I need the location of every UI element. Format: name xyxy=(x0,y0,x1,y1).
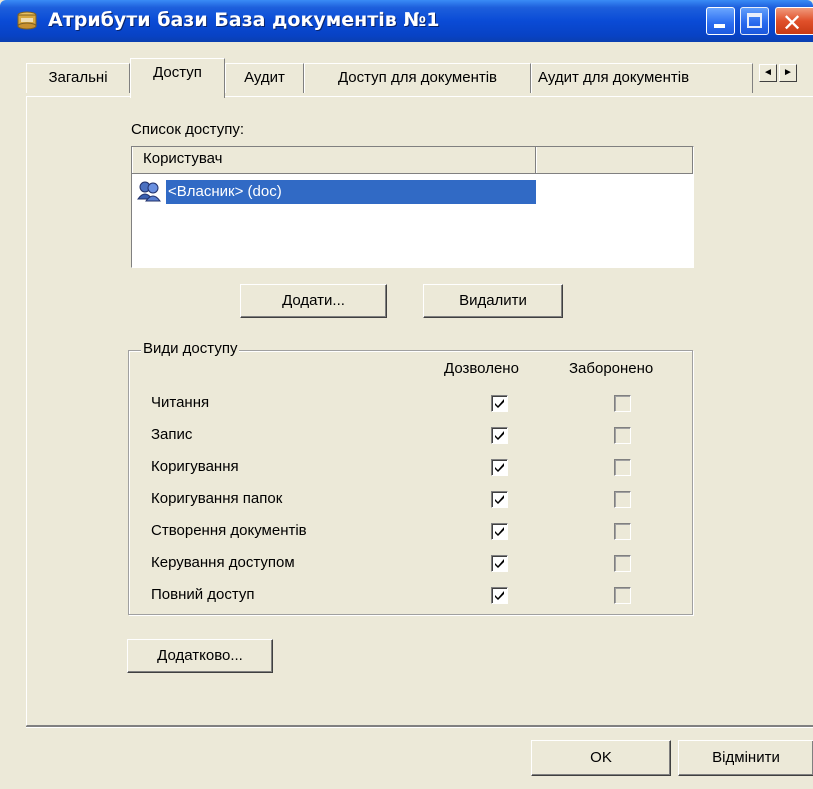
tab-label: Аудит xyxy=(244,69,285,86)
tab-document-access[interactable]: Доступ для документів xyxy=(304,63,531,93)
checkmark-icon xyxy=(495,431,504,440)
add-button[interactable]: Додати... xyxy=(240,284,387,318)
allow-checkbox-write[interactable] xyxy=(491,427,508,444)
arrow-right-icon: ► xyxy=(783,67,793,78)
list-item[interactable]: <Власник> (doc) xyxy=(166,180,536,204)
access-list-label: Список доступу: xyxy=(131,121,244,138)
deny-checkbox-full-access[interactable] xyxy=(614,587,631,604)
list-item-user: <Власник> (doc) xyxy=(168,183,282,200)
user-group-icon xyxy=(136,179,162,203)
bottom-divider xyxy=(26,726,813,728)
deny-checkbox-write[interactable] xyxy=(614,427,631,444)
permission-label-modify-folders: Коригування папок xyxy=(151,490,283,507)
deny-checkbox-modify-folders[interactable] xyxy=(614,491,631,508)
minimize-button[interactable] xyxy=(706,7,735,35)
permission-label-full-access: Повний доступ xyxy=(151,586,255,603)
advanced-button[interactable]: Додатково... xyxy=(127,639,273,673)
allow-column-header: Дозволено xyxy=(444,360,519,377)
tab-audit[interactable]: Аудит xyxy=(225,63,304,93)
tab-label: Доступ для документів xyxy=(337,69,498,86)
allow-checkbox-full-access[interactable] xyxy=(491,587,508,604)
cancel-button[interactable]: Відмінити xyxy=(678,740,813,776)
deny-checkbox-manage-access[interactable] xyxy=(614,555,631,572)
deny-column-header: Заборонено xyxy=(569,360,654,377)
checkmark-icon xyxy=(495,463,504,472)
database-icon xyxy=(16,11,38,31)
attributes-dialog: Атрибути бази База документів №1 ✕ Загал… xyxy=(0,0,813,789)
maximize-button[interactable] xyxy=(740,7,769,35)
permission-label-write: Запис xyxy=(151,426,193,443)
allow-checkbox-create-documents[interactable] xyxy=(491,523,508,540)
tab-access[interactable]: Доступ xyxy=(130,58,225,98)
allow-checkbox-read[interactable] xyxy=(491,395,508,412)
column-header-extra[interactable] xyxy=(536,147,693,173)
arrow-left-icon: ◄ xyxy=(763,67,773,78)
tab-label: Доступ xyxy=(153,64,202,81)
checkmark-icon xyxy=(495,495,504,504)
window-title: Атрибути бази База документів №1 xyxy=(48,9,440,31)
permission-label-create-documents: Створення документів xyxy=(151,522,307,539)
maximize-icon xyxy=(747,13,762,28)
allow-checkbox-modify[interactable] xyxy=(491,459,508,476)
tab-document-audit[interactable]: Аудит для документів xyxy=(531,63,753,93)
permissions-group-title: Види доступу xyxy=(141,340,240,357)
allow-checkbox-modify-folders[interactable] xyxy=(491,491,508,508)
checkmark-icon xyxy=(495,527,504,536)
checkmark-icon xyxy=(495,591,504,600)
tab-label: Загальні xyxy=(48,69,108,86)
tab-scroll-left-button[interactable]: ◄ xyxy=(759,64,777,82)
ok-button[interactable]: OK xyxy=(531,740,671,776)
close-button[interactable]: ✕ xyxy=(775,7,813,37)
column-header-user[interactable]: Користувач xyxy=(132,147,536,173)
title-bar[interactable]: Атрибути бази База документів №1 ✕ xyxy=(0,0,813,42)
permission-label-modify: Коригування xyxy=(151,458,239,475)
checkmark-icon xyxy=(495,399,504,408)
checkmark-icon xyxy=(495,559,504,568)
permission-label-read: Читання xyxy=(151,394,210,411)
minimize-icon xyxy=(714,24,725,28)
access-list[interactable]: Користувач <Власник> (doc) xyxy=(131,146,694,268)
tab-label: Аудит для документів xyxy=(538,69,690,86)
access-list-header: Користувач xyxy=(132,147,693,174)
tab-general[interactable]: Загальні xyxy=(26,63,130,93)
tab-scroll-right-button[interactable]: ► xyxy=(779,64,797,82)
column-header-label: Користувач xyxy=(143,150,223,167)
tab-strip: Загальні Доступ Аудит Доступ для докумен… xyxy=(26,58,813,98)
close-icon: ✕ xyxy=(782,9,803,37)
deny-checkbox-read[interactable] xyxy=(614,395,631,412)
remove-button[interactable]: Видалити xyxy=(423,284,563,318)
deny-checkbox-modify[interactable] xyxy=(614,459,631,476)
deny-checkbox-create-documents[interactable] xyxy=(614,523,631,540)
allow-checkbox-manage-access[interactable] xyxy=(491,555,508,572)
permissions-group xyxy=(128,350,693,615)
permission-label-manage-access: Керування доступом xyxy=(151,554,295,571)
